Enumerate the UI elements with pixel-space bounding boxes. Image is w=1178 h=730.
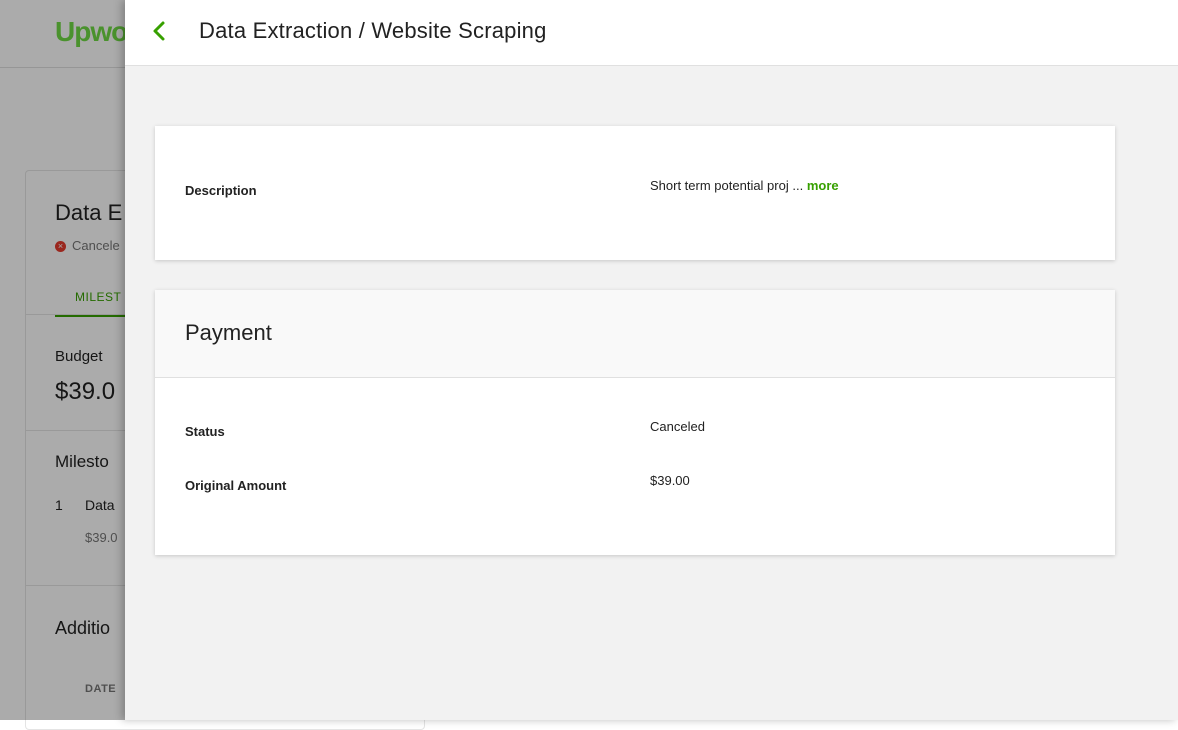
payment-card-header: Payment	[155, 290, 1115, 378]
description-value: Short term potential proj ... more	[650, 178, 839, 193]
panel-header: Data Extraction / Website Scraping	[125, 0, 1178, 66]
original-amount-value: $39.00	[650, 473, 690, 488]
payment-heading: Payment	[185, 320, 272, 345]
status-label: Status	[185, 424, 225, 439]
status-value: Canceled	[650, 419, 705, 434]
chevron-left-icon	[151, 20, 167, 47]
more-link[interactable]: more	[807, 178, 839, 193]
back-button[interactable]	[145, 17, 173, 49]
description-text: Short term potential proj ...	[650, 178, 804, 193]
milestone-detail-panel: Data Extraction / Website Scraping Descr…	[125, 0, 1178, 720]
original-amount-label: Original Amount	[185, 478, 287, 493]
panel-title: Data Extraction / Website Scraping	[199, 18, 547, 43]
description-label: Description	[185, 183, 257, 198]
payment-card: Payment Status Canceled Original Amount …	[155, 290, 1115, 555]
description-card: Description Short term potential proj ..…	[155, 126, 1115, 260]
